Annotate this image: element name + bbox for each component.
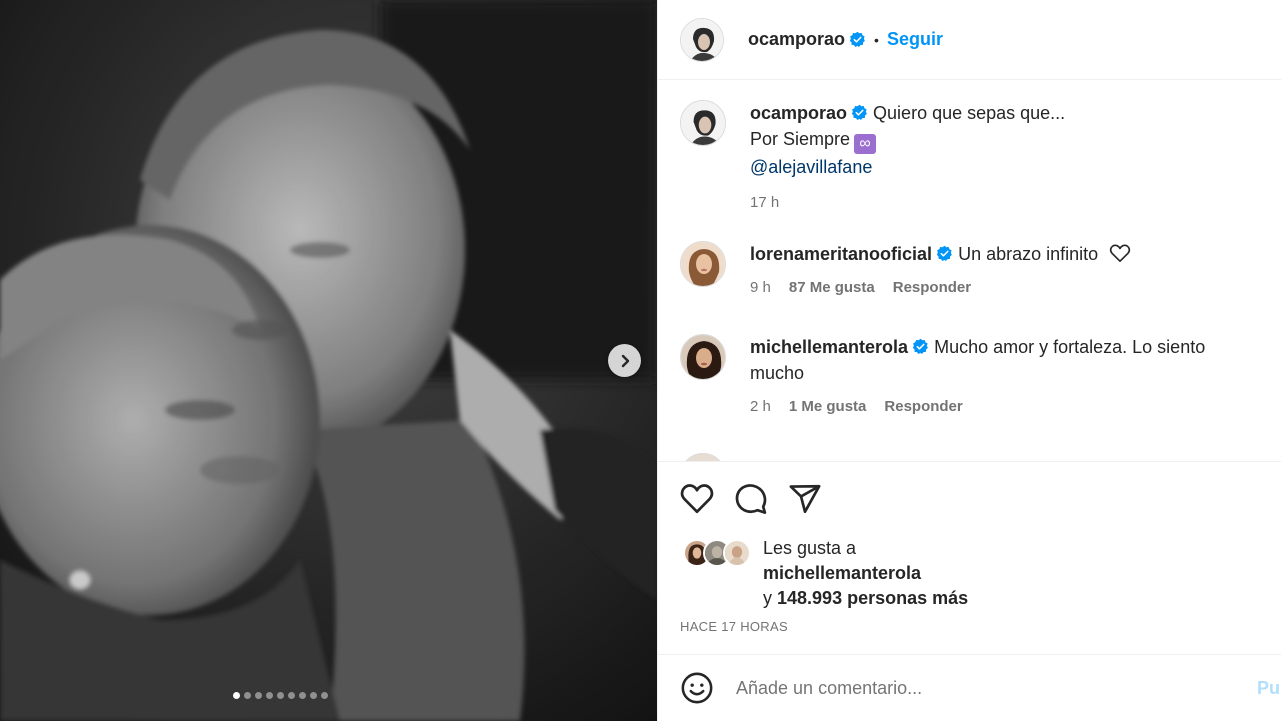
carousel-dot [310, 692, 317, 699]
verified-badge-icon [936, 245, 952, 262]
likes-username[interactable]: michellemanterola [763, 563, 921, 583]
carousel-dot [321, 692, 328, 699]
likes-count[interactable]: 148.993 personas más [777, 588, 968, 608]
author-username[interactable]: ocamporao [748, 29, 845, 50]
comment-composer: Publicar [658, 654, 1281, 721]
caption-line-1: Quiero que sepas que... [873, 103, 1066, 123]
chevron-right-icon [621, 354, 629, 367]
infinity-emoji: ∞ [854, 134, 877, 154]
post-photo [0, 0, 657, 721]
author-avatar[interactable] [680, 17, 724, 62]
post-sidebar: ocamporao • Seguir ocamporao Quiero que … [657, 0, 1281, 721]
carousel-dot [266, 692, 273, 699]
verified-badge-icon [849, 31, 865, 48]
reply-button[interactable]: Responder [893, 275, 971, 301]
publish-button[interactable]: Publicar [1257, 678, 1281, 699]
comment-avatar[interactable] [680, 334, 726, 380]
carousel-dot [255, 692, 262, 699]
instagram-post: ocamporao • Seguir ocamporao Quiero que … [0, 0, 1281, 721]
carousel-dot [233, 692, 240, 699]
actions-area: Les gusta a michellemanterola y 148.993 … [658, 461, 1281, 634]
caption-avatar[interactable] [680, 100, 726, 146]
heart-outline-icon [1110, 244, 1131, 262]
post-timestamp[interactable]: HACE 17 HORAS [658, 619, 1281, 634]
follow-button[interactable]: Seguir [887, 29, 943, 50]
comment-avatar[interactable] [680, 241, 726, 287]
post-header: ocamporao • Seguir [658, 0, 1281, 80]
caption: ocamporao Quiero que sepas que... Por Si… [680, 100, 1261, 216]
verified-badge-icon [912, 338, 928, 355]
liker-avatar [723, 539, 751, 567]
caption-mention-link[interactable]: @alejavillafane [750, 157, 872, 177]
likers-avatars[interactable] [683, 539, 755, 567]
carousel-dot [299, 692, 306, 699]
action-bar [658, 462, 1281, 536]
reply-button[interactable]: Responder [884, 394, 962, 420]
comment-item: michellemanterola Mucho amor y fortaleza… [680, 334, 1261, 420]
comment-username[interactable]: michellemanterola [750, 337, 908, 357]
likes-prefix: Les gusta a [763, 538, 857, 558]
comment-time: 9 h [750, 279, 771, 296]
comment-likes[interactable]: 87 Me gusta [789, 275, 875, 301]
comment-icon[interactable] [734, 482, 768, 516]
comment-time: 2 h [750, 398, 771, 415]
heart-icon[interactable] [680, 482, 714, 516]
carousel-dot [277, 692, 284, 699]
separator-dot: • [874, 31, 879, 48]
post-media[interactable] [0, 0, 657, 721]
comment-username[interactable]: lorenameritanooficial [750, 244, 932, 264]
next-slide-button[interactable] [608, 344, 641, 377]
carousel-dot [288, 692, 295, 699]
carousel-dot [244, 692, 251, 699]
likes-summary: Les gusta a michellemanterola y 148.993 … [658, 536, 1281, 611]
comment-likes[interactable]: 1 Me gusta [789, 394, 867, 420]
comment-text: Un abrazo infinito [958, 244, 1099, 264]
comment-avatar[interactable] [680, 453, 726, 461]
carousel-indicator [233, 692, 328, 699]
likes-conj: y [763, 588, 772, 608]
comments-list[interactable]: ocamporao Quiero que sepas que... Por Si… [658, 81, 1281, 461]
caption-line-2: Por Siempre [750, 129, 851, 149]
comment-item: lorenameritanooficial Un abrazo infinito… [680, 241, 1261, 301]
emoji-icon[interactable] [680, 671, 714, 705]
caption-username[interactable]: ocamporao [750, 103, 847, 123]
verified-badge-icon [851, 104, 867, 121]
share-icon[interactable] [788, 482, 822, 516]
caption-time: 17 h [750, 194, 780, 211]
comment-input[interactable] [736, 677, 1206, 699]
